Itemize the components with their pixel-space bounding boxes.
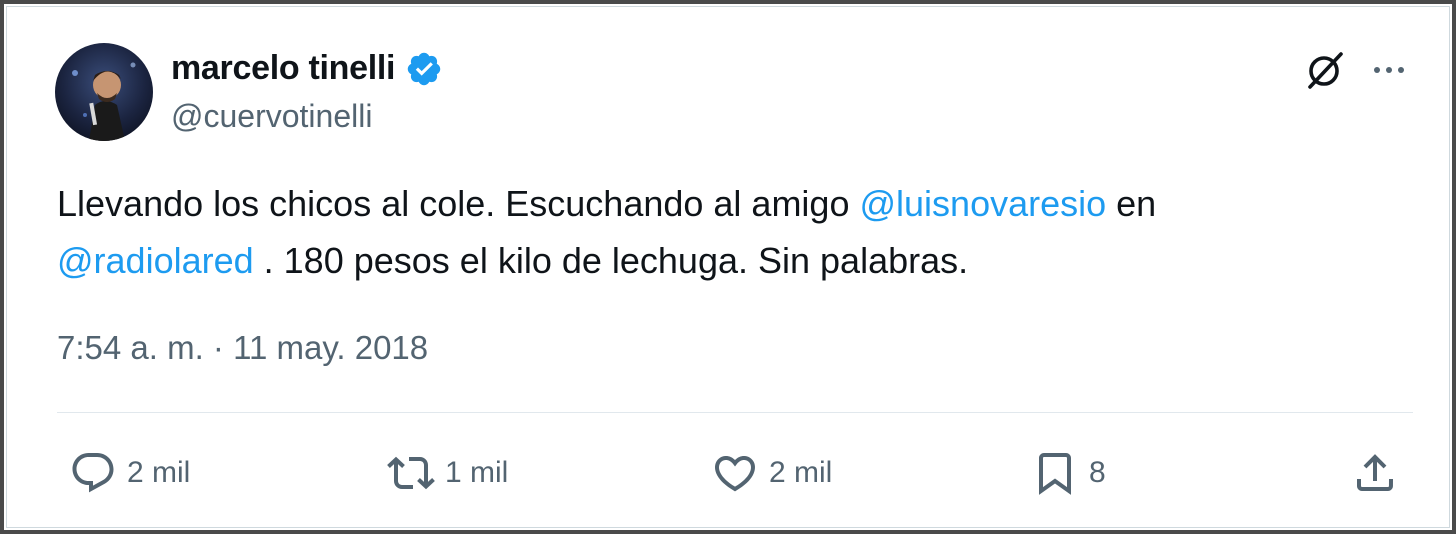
tweet-text-segment: Llevando los chicos al cole. Escuchando …: [57, 183, 860, 224]
retweet-count: 1 mil: [445, 456, 509, 489]
share-button[interactable]: [1351, 449, 1399, 497]
tweet-text-segment: . 180 pesos el kilo de lechuga. Sin pala…: [253, 240, 969, 281]
mention-link[interactable]: @radiolared: [57, 240, 254, 281]
avatar[interactable]: [55, 43, 153, 141]
tweet-text-segment: en: [1106, 183, 1157, 224]
bookmark-count: 8: [1089, 456, 1106, 489]
author-name-row: marcelo tinelli: [171, 49, 443, 88]
tweet-timestamp[interactable]: 7:54 a. m. · 11 may. 2018: [57, 329, 428, 367]
like-button[interactable]: 2 mil: [711, 449, 832, 497]
retweet-icon: [387, 456, 435, 490]
tweet-text: Llevando los chicos al cole. Escuchando …: [57, 175, 1397, 289]
like-count: 2 mil: [769, 456, 833, 489]
more-icon[interactable]: [1369, 53, 1409, 87]
reply-count: 2 mil: [127, 456, 191, 489]
mention-link[interactable]: @luisnovaresio: [859, 183, 1106, 224]
divider: [57, 412, 1413, 413]
heart-icon: [714, 456, 756, 492]
retweet-button[interactable]: 1 mil: [387, 449, 508, 497]
screenshot-frame: marcelo tinelli @cuervotinelli Llevando …: [0, 0, 1456, 534]
bookmark-icon: [1039, 453, 1071, 495]
tweet-card: marcelo tinelli @cuervotinelli Llevando …: [6, 6, 1450, 528]
reply-button[interactable]: 2 mil: [69, 449, 190, 497]
author-display-name[interactable]: marcelo tinelli: [171, 49, 395, 88]
author-handle[interactable]: @cuervotinelli: [171, 98, 372, 135]
share-icon: [1357, 454, 1393, 491]
bookmark-button[interactable]: 8: [1031, 449, 1106, 497]
reply-icon: [72, 453, 114, 493]
grok-icon[interactable]: [1304, 49, 1346, 91]
verified-badge-icon: [405, 50, 443, 88]
